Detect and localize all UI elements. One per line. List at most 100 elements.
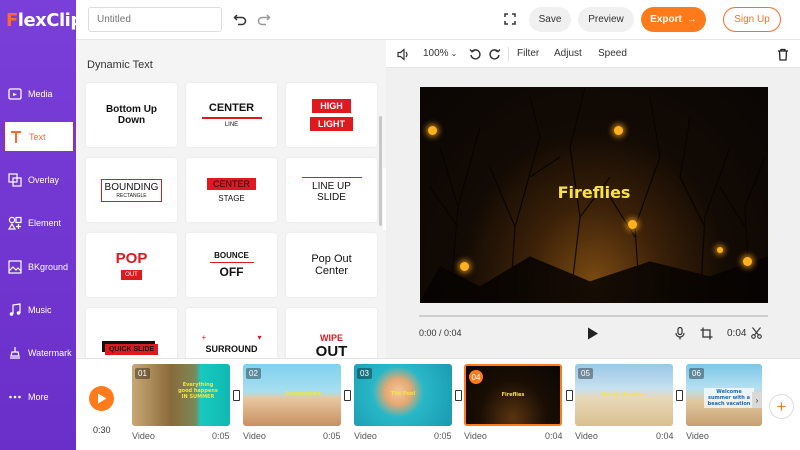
timeline-clip-selected[interactable]: 04 Fireflies: [464, 364, 562, 426]
project-title-input[interactable]: [88, 7, 222, 32]
rotate-left-button[interactable]: [468, 47, 482, 61]
transition-button[interactable]: [344, 390, 351, 401]
text-panel: Dynamic Text Bottom Up Down CENTER LINE …: [76, 40, 386, 358]
text-template-high-light[interactable]: HIGH LIGHT: [286, 83, 377, 147]
card-line: BOUNDING: [104, 181, 159, 193]
crop-icon: [700, 327, 712, 339]
sidebar-item-label: Element: [28, 217, 62, 228]
redo-button[interactable]: [256, 11, 272, 27]
undo-icon: [233, 14, 247, 26]
timeline-scroll-right-button[interactable]: ›: [752, 392, 762, 408]
rotate-left-icon: [468, 48, 481, 60]
card-line: STAGE: [218, 193, 245, 203]
transition-button[interactable]: [455, 390, 462, 401]
timeline-play-button[interactable]: [89, 386, 114, 411]
clip-caption: Fireflies: [501, 392, 525, 398]
volume-button[interactable]: [396, 47, 410, 61]
export-button[interactable]: Export →: [641, 7, 706, 32]
card-line: WIPE: [319, 332, 343, 343]
firefly-dot: [428, 126, 437, 135]
clip-type: Video: [243, 431, 266, 441]
card-line: Down: [117, 115, 146, 126]
text-template-surround[interactable]: + ▾ SURROUND: [186, 308, 277, 358]
text-template-bounce-off[interactable]: BOUNCE OFF: [186, 233, 277, 297]
transition-button[interactable]: [233, 390, 240, 401]
red-divider: [209, 261, 254, 264]
text-template-bottom-up-down[interactable]: Bottom Up Down: [86, 83, 177, 147]
text-template-quick-slide[interactable]: QUICK SLIDE: [86, 308, 177, 358]
sidebar-item-label: Text: [29, 131, 46, 142]
add-clip-button[interactable]: +: [769, 394, 794, 419]
preview-button[interactable]: Preview: [578, 7, 634, 32]
clip-type: Video: [354, 431, 377, 441]
volume-icon: [396, 47, 408, 61]
transition-button[interactable]: [566, 390, 573, 401]
clip-number: 05: [578, 368, 593, 379]
text-template-wipe-out[interactable]: WIPE OUT: [286, 308, 377, 358]
card-line: Bottom Up: [105, 104, 158, 115]
timeline-clip[interactable]: 03 The Pool: [354, 364, 452, 426]
flexclip-logo[interactable]: FlexClip: [6, 10, 83, 31]
card-line: LINE: [224, 121, 239, 128]
panel-scrollbar[interactable]: [379, 116, 382, 226]
undo-button[interactable]: [232, 11, 248, 27]
sidebar-item-label: Media: [28, 88, 53, 99]
signup-button[interactable]: Sign Up: [723, 7, 781, 32]
sidebar-item-element[interactable]: Element: [4, 207, 74, 238]
fullscreen-icon: [504, 13, 516, 25]
clip-duration-label: 0:05: [323, 431, 341, 441]
card-line: POP: [115, 250, 148, 267]
text-template-pop-out-center[interactable]: Pop Out Center: [286, 233, 377, 297]
rotate-right-button[interactable]: [487, 47, 501, 61]
total-duration: 0:30: [93, 425, 111, 435]
timeline-clip[interactable]: 01 Everything good happens IN SUMMER: [132, 364, 230, 426]
text-template-center-line[interactable]: CENTER LINE: [186, 83, 277, 147]
panel-title: Dynamic Text: [87, 59, 153, 71]
sidebar-item-overlay[interactable]: Overlay: [4, 164, 74, 195]
sidebar-item-media[interactable]: Media: [4, 78, 74, 109]
export-label: Export: [650, 14, 682, 25]
sidebar-item-text[interactable]: Text: [4, 121, 74, 152]
timeline-clip[interactable]: 06 Welcome summer with a beach vacation: [686, 364, 762, 426]
editor-toolbar: 100% ⌄ Filter Adjust Speed: [386, 40, 800, 68]
background-icon: [8, 259, 22, 274]
fullscreen-button[interactable]: [503, 12, 517, 26]
text-icon: [11, 130, 21, 143]
video-title-text[interactable]: Fireflies: [420, 183, 768, 202]
card-line: CENTER: [206, 177, 256, 190]
text-template-line-up-slide[interactable]: LINE UP SLIDE: [286, 158, 377, 222]
delete-button[interactable]: [776, 47, 790, 61]
split-button[interactable]: [750, 326, 762, 340]
timeline-clip[interactable]: 05 Family Vacation: [575, 364, 673, 426]
sidebar-item-music[interactable]: Music: [4, 294, 74, 325]
sidebar-item-watermark[interactable]: Watermark: [4, 337, 74, 368]
voiceover-button[interactable]: [674, 326, 686, 340]
sidebar-item-background[interactable]: BKground: [4, 251, 74, 282]
music-icon: [9, 302, 21, 316]
text-template-bounding-rectangle[interactable]: BOUNDING RECTANGLE: [86, 158, 177, 222]
filter-button[interactable]: Filter: [517, 48, 539, 59]
preview-play-button[interactable]: [586, 326, 600, 340]
firefly-dot: [614, 126, 623, 135]
text-template-pop-out[interactable]: POP OUT: [86, 233, 177, 297]
card-line: SURROUND: [205, 343, 258, 354]
firefly-dot: [460, 262, 469, 271]
sidebar-item-more[interactable]: More: [4, 381, 74, 412]
speed-button[interactable]: Speed: [598, 48, 627, 59]
video-preview[interactable]: Fireflies: [420, 87, 768, 303]
transition-button[interactable]: [676, 390, 683, 401]
timeline-clip[interactable]: 02 Summertime: [243, 364, 341, 426]
clip-caption: Summertime: [284, 391, 322, 397]
text-template-center-stage[interactable]: CENTER STAGE: [186, 158, 277, 222]
current-time: 0:00 / 0:04: [419, 328, 462, 338]
zoom-select[interactable]: 100% ⌄: [423, 48, 457, 59]
card-line: QUICK SLIDE: [104, 343, 159, 355]
card-line: BOUNCE: [214, 250, 249, 260]
aspect-ratio-button[interactable]: [699, 326, 713, 340]
save-button[interactable]: Save: [529, 7, 571, 32]
adjust-button[interactable]: Adjust: [554, 48, 582, 59]
playback-progress-bar[interactable]: [419, 315, 768, 317]
card-line: SLIDE: [317, 192, 346, 204]
clip-number: 06: [689, 368, 704, 379]
red-divider: [201, 117, 262, 119]
